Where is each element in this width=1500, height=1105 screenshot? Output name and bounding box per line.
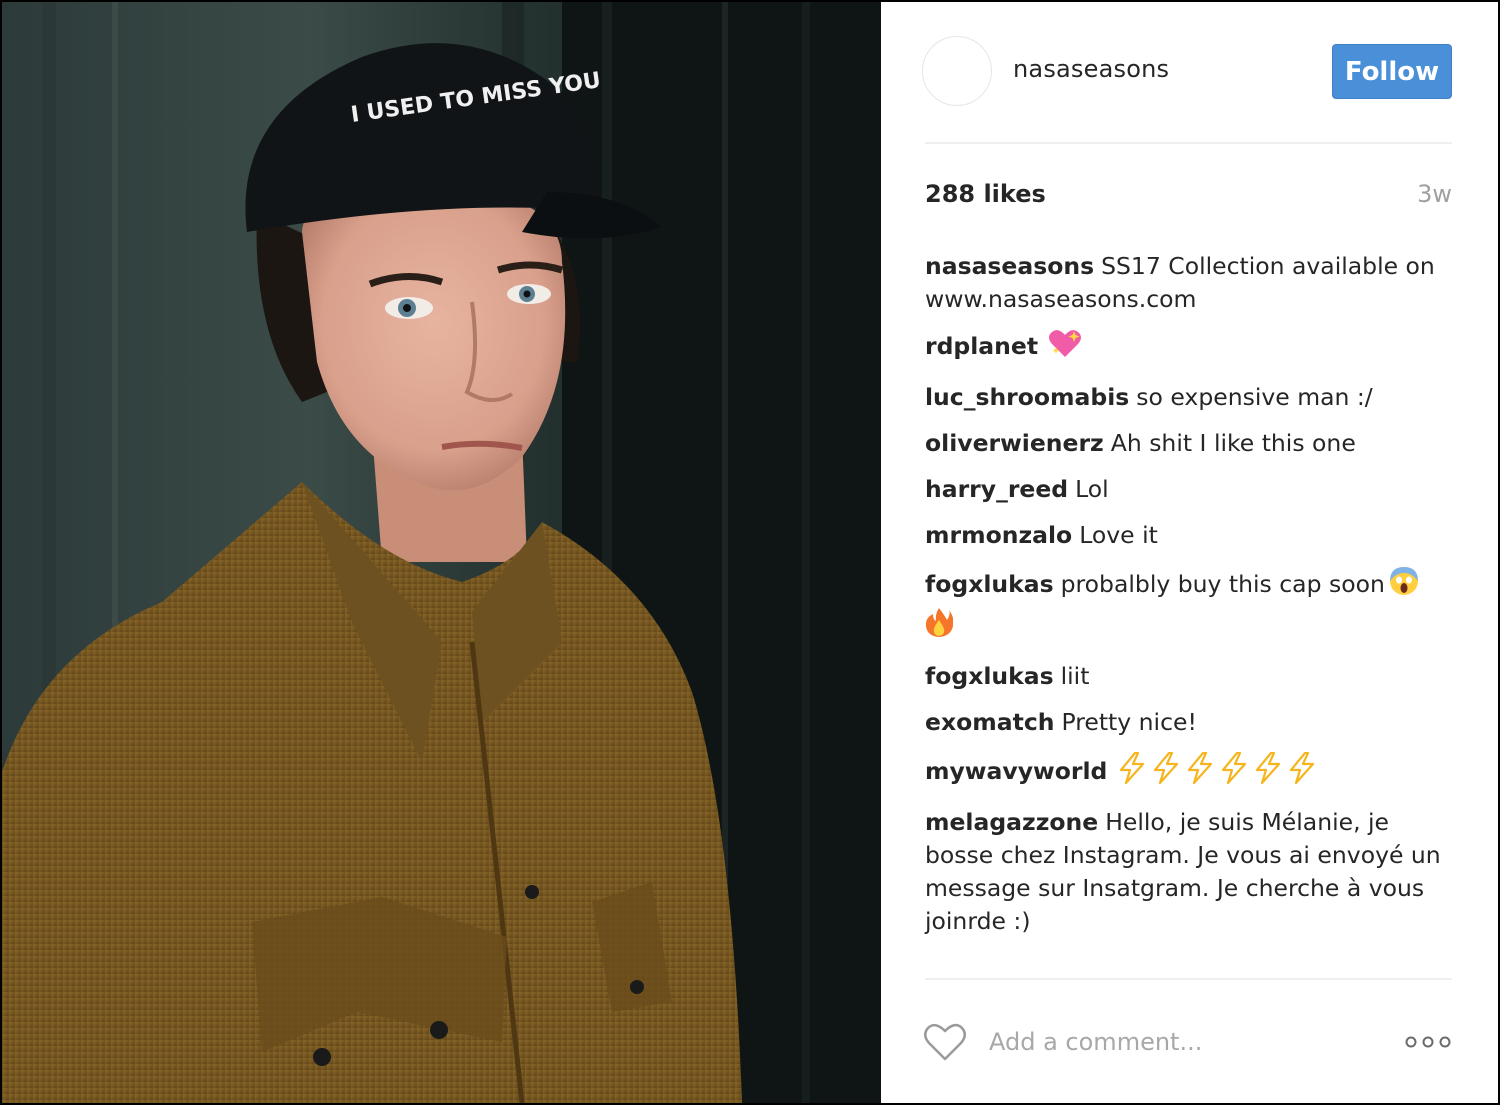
comment-text: so expensive man :/	[1136, 383, 1373, 411]
lightning-icon	[1253, 751, 1283, 793]
post-photo-illustration: I USED TO MISS YOU	[2, 2, 881, 1103]
comment-item: harry_reed Lol	[925, 473, 1445, 506]
comment-username[interactable]: fogxlukas	[925, 662, 1054, 690]
screaming-face-icon	[1388, 565, 1420, 606]
comment-item: nasaseasons SS17 Collection available on …	[925, 250, 1445, 316]
comment-username[interactable]: nasaseasons	[925, 252, 1094, 280]
post-username[interactable]: nasaseasons	[1013, 55, 1169, 83]
post-footer	[881, 982, 1498, 1103]
lightning-icon	[1151, 751, 1181, 793]
post-sidebar: nasaseasons Follow 288 likes 3w nasaseas…	[881, 2, 1498, 1103]
post-photo[interactable]: I USED TO MISS YOU	[2, 2, 881, 1103]
post-header: nasaseasons Follow	[881, 2, 1498, 144]
instagram-post-frame: I USED TO MISS YOU nasaseasons Follow 28…	[0, 0, 1500, 1105]
comment-username[interactable]: harry_reed	[925, 475, 1068, 503]
comment-text: Love it	[1079, 521, 1158, 549]
heart-icon[interactable]	[923, 1022, 967, 1062]
comment-username[interactable]: mrmonzalo	[925, 521, 1072, 549]
comment-item: fogxlukas liit	[925, 660, 1445, 693]
comment-item: rdplanet	[925, 329, 1445, 368]
comment-text: Lol	[1075, 475, 1109, 503]
fire-icon	[925, 606, 954, 647]
lightning-icon	[1185, 751, 1215, 793]
comment-username[interactable]: mywavyworld	[925, 757, 1107, 785]
sparkling-heart-icon	[1048, 329, 1082, 368]
comment-item: mrmonzalo Love it	[925, 519, 1445, 552]
comment-item: exomatch Pretty nice!	[925, 706, 1445, 739]
more-options-icon[interactable]	[1403, 1030, 1453, 1054]
header-divider	[925, 142, 1452, 144]
comments-list: nasaseasons SS17 Collection available on …	[925, 250, 1445, 951]
comment-text: liit	[1060, 662, 1090, 690]
comment-item: mywavyworld	[925, 751, 1445, 793]
lightning-icon	[1219, 751, 1249, 793]
follow-button[interactable]: Follow	[1332, 44, 1452, 99]
lightning-icon	[1117, 751, 1147, 793]
likes-count[interactable]: 288 likes	[925, 180, 1046, 208]
comment-username[interactable]: rdplanet	[925, 332, 1038, 360]
comment-username[interactable]: melagazzone	[925, 808, 1098, 836]
comment-item: luc_shroomabis so expensive man :/	[925, 381, 1445, 414]
comment-username[interactable]: exomatch	[925, 708, 1054, 736]
comment-item: oliverwienerz Ah shit I like this one	[925, 427, 1445, 460]
comment-username[interactable]: fogxlukas	[925, 570, 1054, 598]
comment-text: probalbly buy this cap soon	[1060, 570, 1385, 598]
add-comment-input[interactable]	[989, 1020, 1369, 1064]
comment-username[interactable]: oliverwienerz	[925, 429, 1104, 457]
post-time[interactable]: 3w	[1417, 180, 1452, 208]
comment-item: melagazzone Hello, je suis Mélanie, je bo…	[925, 806, 1445, 938]
comment-username[interactable]: luc_shroomabis	[925, 383, 1129, 411]
footer-divider	[925, 978, 1452, 980]
comment-item: fogxlukas probalbly buy this cap soon	[925, 565, 1445, 647]
comment-text: Ah shit I like this one	[1110, 429, 1356, 457]
comment-text: Pretty nice!	[1061, 708, 1197, 736]
lightning-icon	[1287, 751, 1317, 793]
avatar[interactable]	[922, 36, 992, 106]
